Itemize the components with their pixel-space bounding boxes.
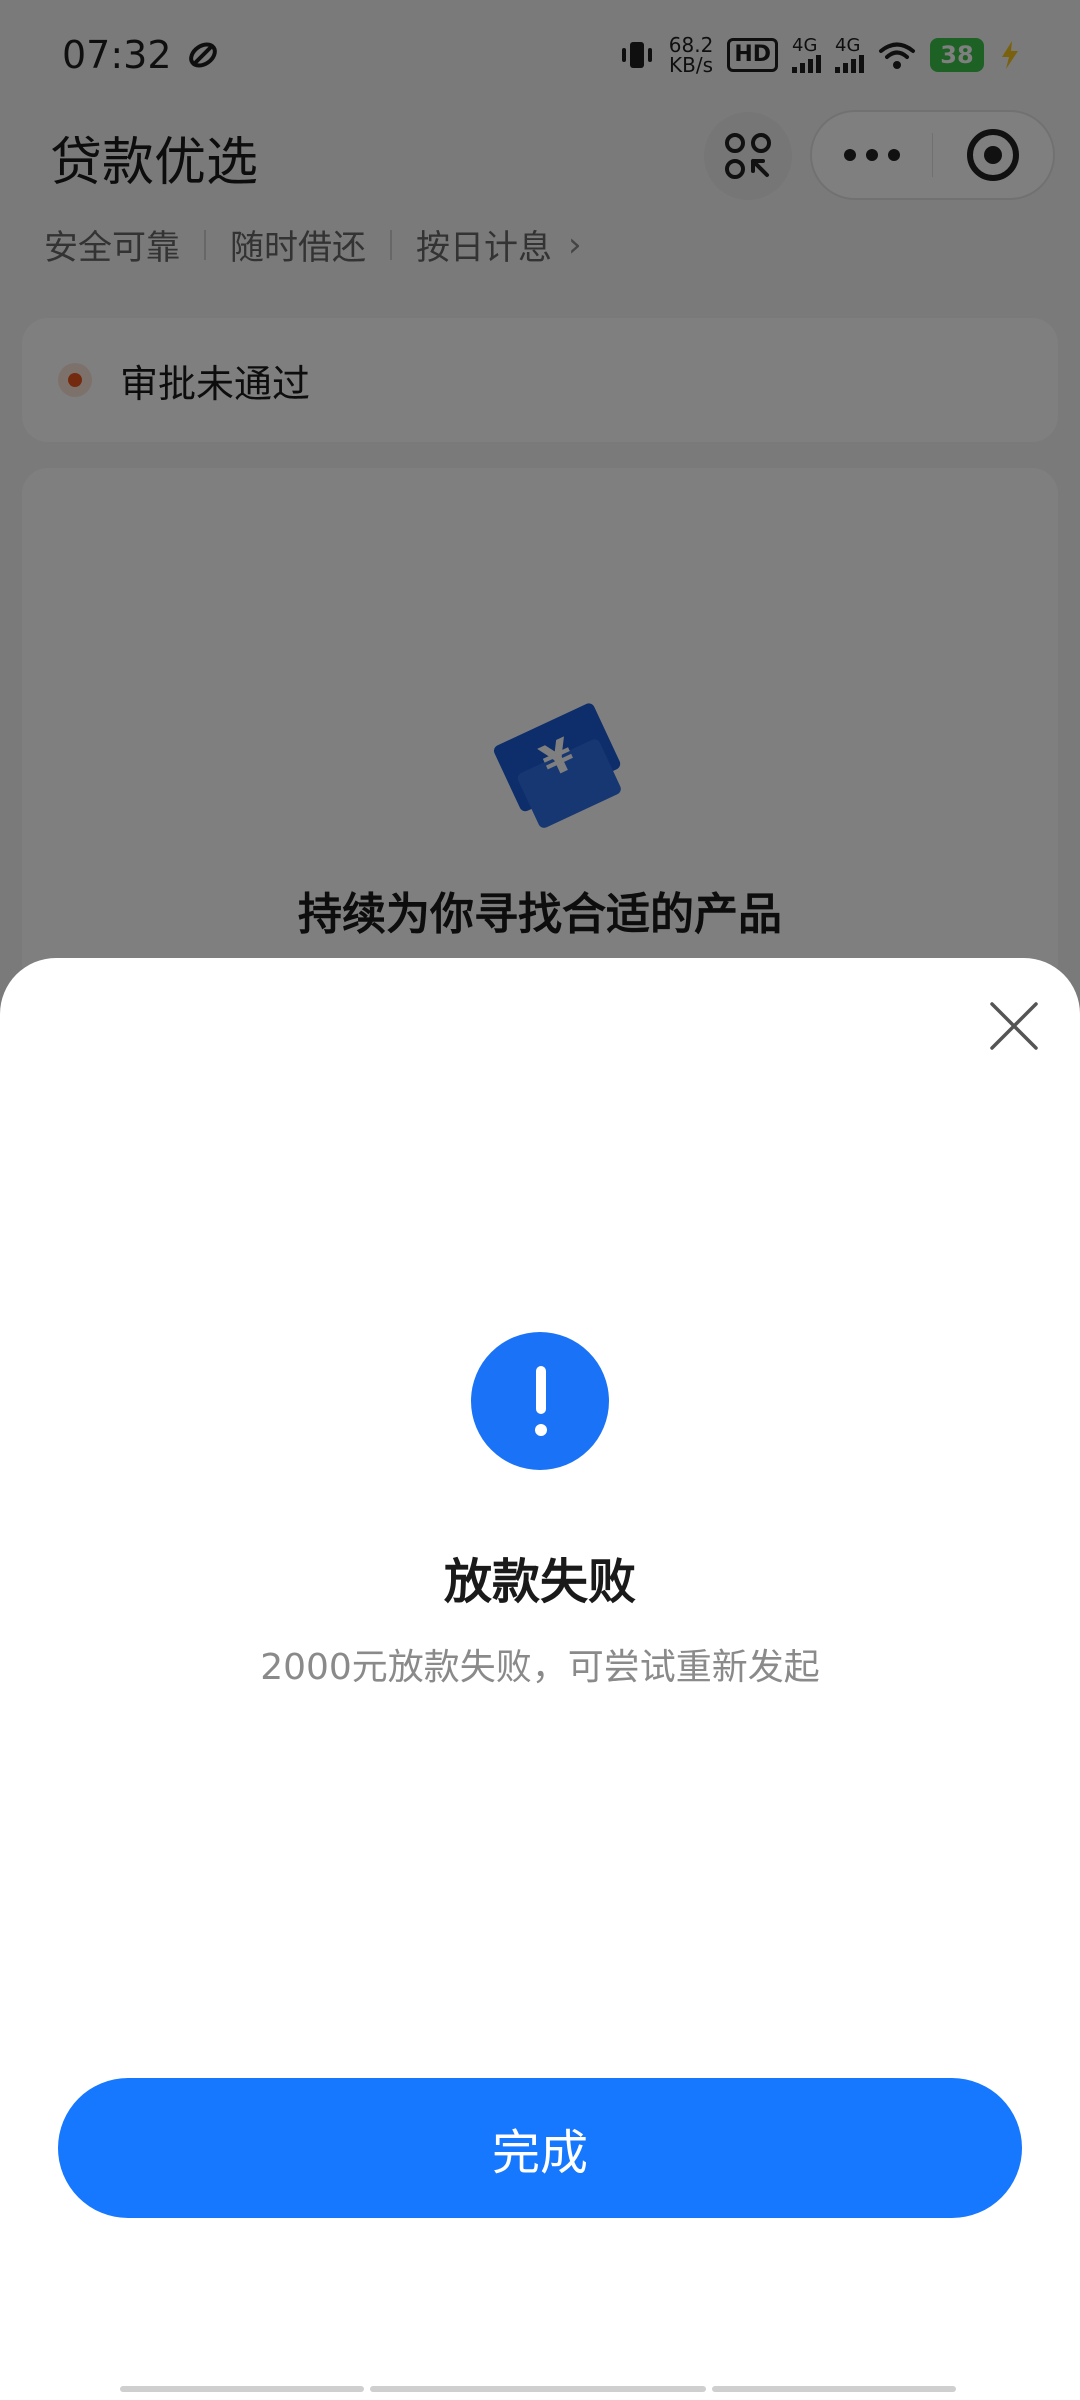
close-button[interactable] — [982, 994, 1046, 1058]
result-title: 放款失败 — [443, 1554, 636, 1610]
home-indicator — [120, 2386, 956, 2392]
close-icon — [990, 1002, 1038, 1050]
result-sheet: 放款失败 2000元放款失败，可尝试重新发起 完成 — [0, 958, 1080, 2400]
done-button[interactable]: 完成 — [58, 2078, 1022, 2218]
screen: 07:32 68.2 KB/s HD 4G 4G — [0, 0, 1080, 2400]
exclamation-icon — [471, 1332, 609, 1470]
result-description: 2000元放款失败，可尝试重新发起 — [260, 1647, 820, 1688]
done-button-label: 完成 — [491, 2125, 588, 2181]
